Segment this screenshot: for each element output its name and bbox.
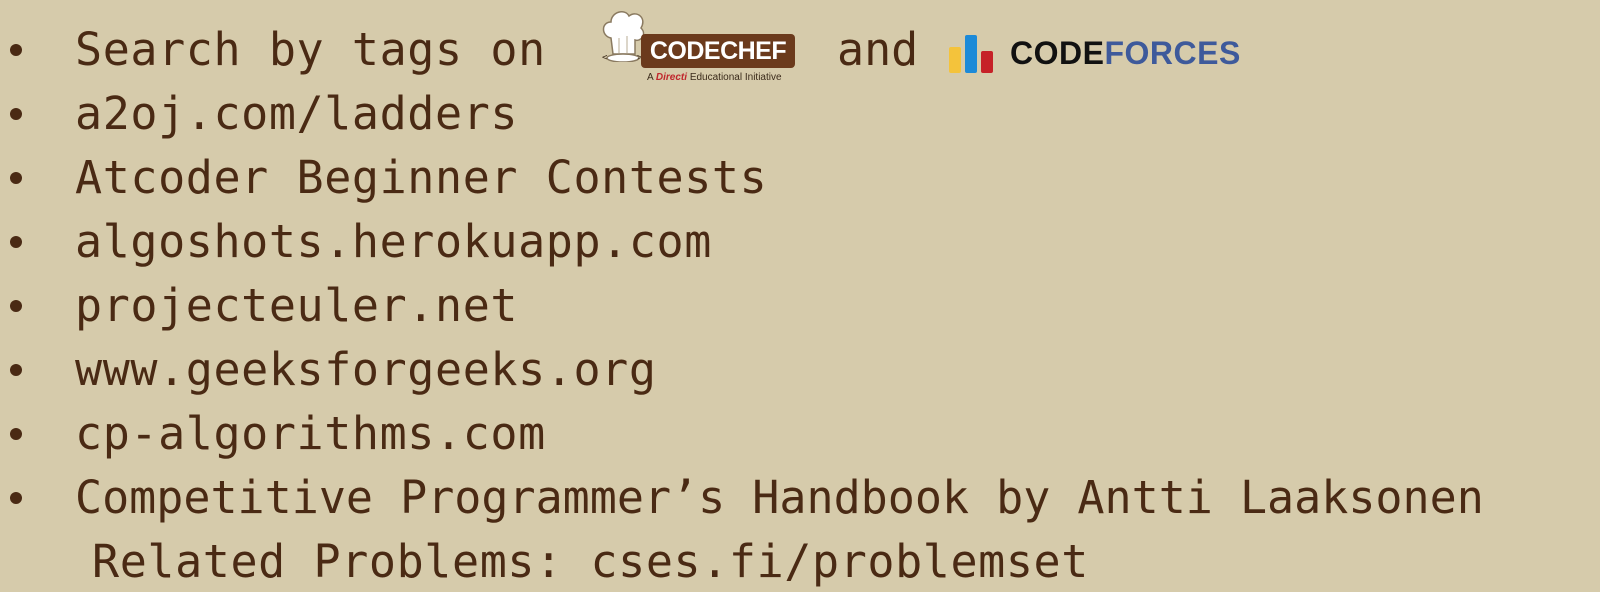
- bullet-item-geeksforgeeks: www.geeksforgeeks.org: [0, 340, 1600, 400]
- codeforces-code: CODE: [1010, 35, 1105, 71]
- bullet-dot: [10, 300, 22, 312]
- item-text: a2oj.com/ladders: [75, 87, 519, 140]
- codechef-subtitle-brand: Directi: [655, 72, 688, 83]
- bullet-dot: [10, 428, 22, 440]
- item-text: algoshots.herokuapp.com: [75, 215, 712, 268]
- codeforces-logo: CODEFORCES: [948, 30, 1268, 76]
- codechef-subtitle: A Directi Educational Initiative: [647, 72, 782, 83]
- bullet-dot: [10, 44, 22, 56]
- bullet-dot: [10, 236, 22, 248]
- codechef-wordmark: CODECHEF: [641, 34, 795, 68]
- bullet-dot: [10, 172, 22, 184]
- bullet-item-projecteuler: projecteuler.net: [0, 276, 1600, 336]
- chef-hat-icon: < >: [602, 11, 645, 62]
- codechef-logo: < > CODECHEF A Directi Educational Initi…: [595, 6, 803, 92]
- codeforces-forces: FORCES: [1104, 35, 1241, 71]
- item-text: Competitive Programmer’s Handbook by Ant…: [75, 471, 1484, 524]
- bullet-dot: [10, 492, 22, 504]
- codechef-subtitle-prefix: A: [647, 72, 654, 83]
- codechef-subtitle-suffix: Educational Initiative: [689, 72, 782, 83]
- bullet-item-cp-algorithms: cp-algorithms.com: [0, 404, 1600, 464]
- slide: Search by tags on < > CODECHEF A Directi…: [0, 0, 1600, 589]
- bullet-dot: [10, 364, 22, 376]
- item-text: Search by tags on: [75, 23, 546, 76]
- bullet-item-handbook: Competitive Programmer’s Handbook by Ant…: [0, 468, 1600, 528]
- bullet-item-a2oj: a2oj.com/ladders: [0, 84, 1600, 144]
- codeforces-bars-icon: [949, 35, 993, 73]
- item-text: www.geeksforgeeks.org: [75, 343, 657, 396]
- bullet-dot: [10, 108, 22, 120]
- item-text: cp-algorithms.com: [75, 407, 546, 460]
- item-text: projecteuler.net: [75, 279, 519, 332]
- item-text: Atcoder Beginner Contests: [75, 151, 768, 204]
- bullet-item-algoshots: algoshots.herokuapp.com: [0, 212, 1600, 272]
- and-text: and: [837, 23, 919, 76]
- bullet-item-atcoder: Atcoder Beginner Contests: [0, 148, 1600, 208]
- codeforces-wordmark: CODEFORCES: [1010, 30, 1241, 76]
- related-problems-line: Related Problems: cses.fi/problemset: [92, 535, 1089, 588]
- svg-text:<: <: [602, 53, 608, 62]
